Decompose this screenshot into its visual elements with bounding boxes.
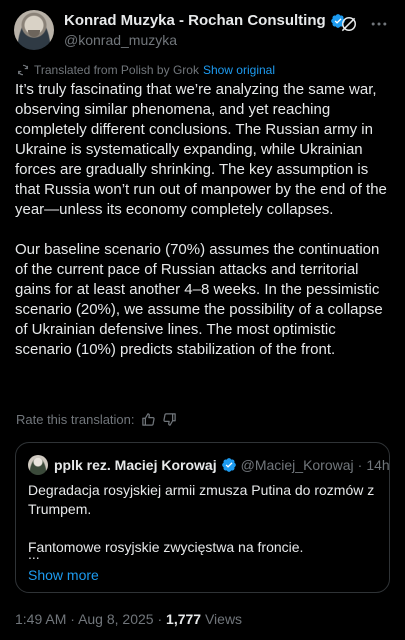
separator-dot: · xyxy=(357,457,363,473)
thumbs-down-icon[interactable] xyxy=(162,412,177,427)
quoted-tweet-time: 14h xyxy=(366,457,390,473)
tweet-paragraph: Our baseline scenario (70%) assumes the … xyxy=(15,241,383,358)
tweet-meta: 1:49 AM · Aug 8, 2025 · 1,777 Views xyxy=(15,611,242,627)
translate-icon xyxy=(18,64,28,76)
rate-label: Rate this translation: xyxy=(16,412,135,427)
separator-dot: · xyxy=(157,611,163,627)
tweet-paragraph: It’s truly fascinating that we’re analyz… xyxy=(15,81,387,218)
quoted-tweet-header: pplk rez. Maciej Korowaj @Maciej_Korowaj… xyxy=(28,455,390,475)
views-count: 1,777 xyxy=(166,611,202,627)
translation-label: Translated from Polish by Grok xyxy=(34,63,199,77)
show-original-link[interactable]: Show original xyxy=(203,63,275,77)
quoted-author-name: pplk rez. Maciej Korowaj xyxy=(54,457,217,473)
author-name-row: Konrad Muzyka - Rochan Consulting xyxy=(64,12,346,29)
grok-icon[interactable] xyxy=(339,14,359,34)
author-handle[interactable]: @konrad_muzyka xyxy=(64,32,177,48)
show-more-link[interactable]: Show more xyxy=(28,567,99,583)
more-icon[interactable] xyxy=(369,14,389,34)
quoted-tweet[interactable]: pplk rez. Maciej Korowaj @Maciej_Korowaj… xyxy=(15,442,390,593)
tweet-text: It’s truly fascinating that we’re analyz… xyxy=(15,80,393,360)
separator-dot: · xyxy=(70,611,75,627)
tweet-time[interactable]: 1:49 AM xyxy=(15,611,66,627)
tweet-date[interactable]: Aug 8, 2025 xyxy=(78,611,154,627)
thumbs-up-icon[interactable] xyxy=(141,412,156,427)
quoted-paragraph: Fantomowe rosyjskie zwycięstwa na fronci… xyxy=(28,539,304,555)
author-avatar[interactable] xyxy=(14,10,54,50)
author-display-name[interactable]: Konrad Muzyka - Rochan Consulting xyxy=(64,12,326,29)
quoted-paragraph: Degradacja rosyjskiej armii zmusza Putin… xyxy=(28,482,375,517)
quoted-author-avatar xyxy=(28,455,48,475)
verified-badge-icon xyxy=(221,458,236,472)
rate-translation: Rate this translation: xyxy=(16,412,177,427)
quoted-tweet-text: Degradacja rosyjskiej armii zmusza Putin… xyxy=(28,481,378,557)
views-label: Views xyxy=(204,611,243,627)
tweet-header: Konrad Muzyka - Rochan Consulting @konra… xyxy=(14,10,391,50)
quoted-ellipsis: ... xyxy=(28,546,40,562)
quoted-author-handle: @Maciej_Korowaj xyxy=(240,457,354,473)
translation-notice: Translated from Polish by Grok Show orig… xyxy=(16,63,275,77)
